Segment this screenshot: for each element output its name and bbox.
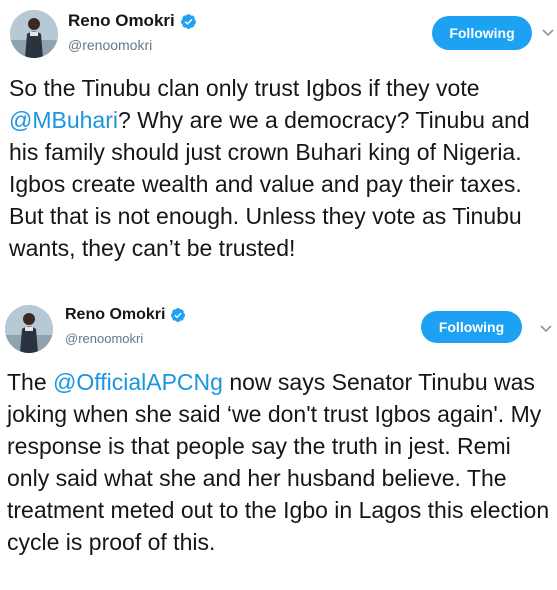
tweet-text-part: So the Tinubu clan only trust Igbos if t… [9, 75, 480, 101]
verified-badge-icon [170, 307, 187, 324]
author-handle[interactable]: @renoomokri [65, 331, 143, 346]
author-handle[interactable]: @renoomokri [68, 37, 152, 53]
following-button[interactable]: Following [432, 16, 532, 50]
author-name-row: Reno Omokri [68, 11, 197, 31]
author-name[interactable]: Reno Omokri [65, 306, 165, 324]
following-button[interactable]: Following [421, 311, 522, 343]
mention-link[interactable]: @MBuhari [9, 107, 118, 133]
mention-link[interactable]: @OfficialAPCNg [53, 369, 223, 395]
verified-badge-icon [180, 13, 197, 30]
user-avatar-icon [10, 10, 58, 58]
page: Reno Omokri @renoomokri Following So the… [0, 0, 557, 590]
tweet-text: So the Tinubu clan only trust Igbos if t… [9, 72, 553, 264]
avatar[interactable] [5, 305, 53, 353]
tweet-text-part: now says Senator Tinubu was joking when … [7, 369, 550, 555]
tweet-1: Reno Omokri @renoomokri Following So the… [0, 0, 557, 297]
chevron-down-icon[interactable] [538, 320, 554, 336]
author-name-row: Reno Omokri [65, 306, 187, 324]
tweet-text-part: The [7, 369, 54, 395]
chevron-down-icon[interactable] [540, 24, 556, 40]
avatar[interactable] [10, 10, 58, 58]
author-name[interactable]: Reno Omokri [68, 11, 175, 31]
tweet-text: The @OfficialAPCNg now says Senator Tinu… [7, 366, 553, 558]
tweet-2: Reno Omokri @renoomokri Following The @O… [0, 297, 557, 590]
user-avatar-icon [5, 305, 53, 353]
